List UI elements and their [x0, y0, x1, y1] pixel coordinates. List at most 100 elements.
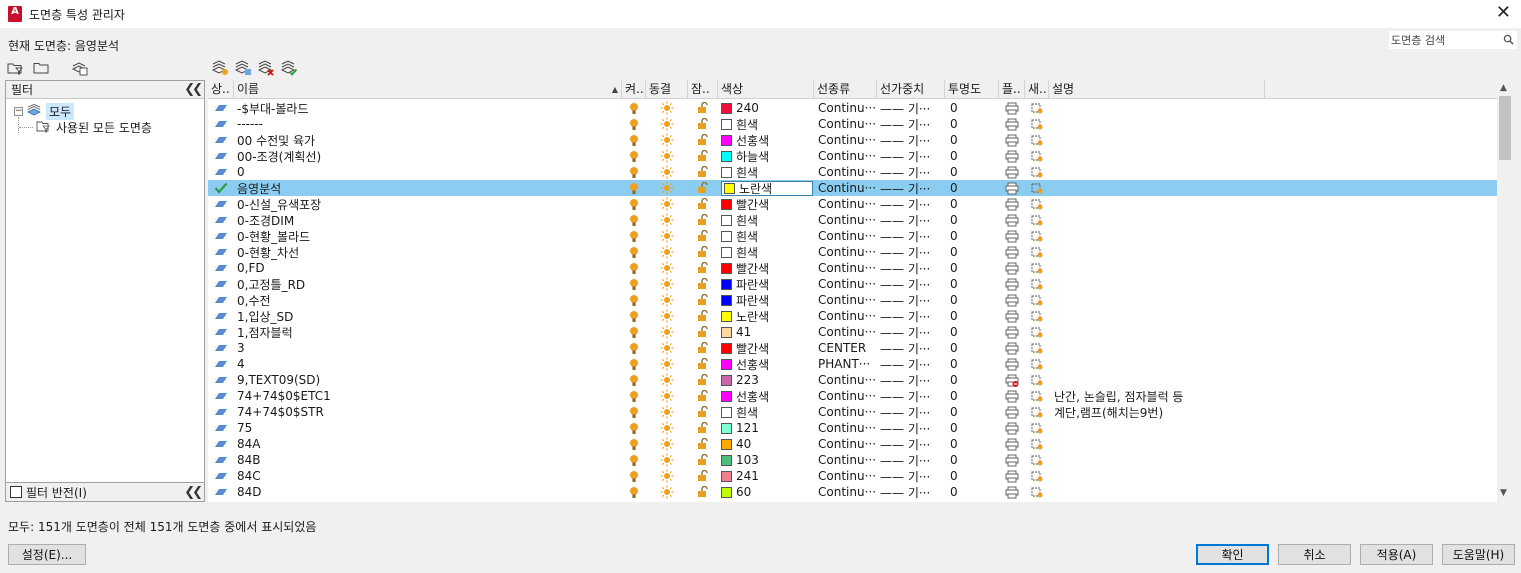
- layer-on-toggle[interactable]: [622, 132, 646, 148]
- layer-linetype[interactable]: Continu···: [814, 180, 877, 196]
- set-current-button[interactable]: [279, 60, 299, 76]
- layer-status[interactable]: [208, 468, 234, 484]
- layer-freeze-toggle[interactable]: [646, 228, 688, 244]
- layer-plot-toggle[interactable]: [999, 276, 1025, 292]
- layer-description[interactable]: [1049, 244, 1265, 260]
- layer-status[interactable]: [208, 196, 234, 212]
- layer-on-toggle[interactable]: [622, 340, 646, 356]
- table-row[interactable]: 75 121 Continu··· —— 기··· 0: [208, 420, 1498, 436]
- column-header-lock[interactable]: 잠..: [688, 80, 718, 99]
- layer-name[interactable]: 75: [234, 420, 622, 436]
- layer-linetype[interactable]: PHANT···: [814, 356, 877, 372]
- layer-on-toggle[interactable]: [622, 276, 646, 292]
- layer-description[interactable]: [1049, 164, 1265, 180]
- layer-status[interactable]: [208, 260, 234, 276]
- layer-description[interactable]: [1049, 484, 1265, 500]
- layer-transparency[interactable]: 0: [945, 436, 999, 452]
- layer-new-vp-freeze-toggle[interactable]: [1025, 308, 1049, 324]
- layer-status[interactable]: [208, 132, 234, 148]
- layer-status[interactable]: [208, 388, 234, 404]
- layer-status[interactable]: [208, 404, 234, 420]
- table-row[interactable]: 4 선홍색 PHANT··· —— 기··· 0: [208, 356, 1498, 372]
- collapse-panel-icon[interactable]: ❮❮: [184, 82, 203, 97]
- layer-freeze-toggle[interactable]: [646, 468, 688, 484]
- table-row[interactable]: 0,FD 빨간색 Continu··· —— 기··· 0: [208, 260, 1498, 276]
- layer-linetype[interactable]: Continu···: [814, 116, 877, 132]
- layer-linetype[interactable]: Continu···: [814, 260, 877, 276]
- layer-status[interactable]: [208, 228, 234, 244]
- layer-freeze-toggle[interactable]: [646, 164, 688, 180]
- layer-linetype[interactable]: Continu···: [814, 404, 877, 420]
- layer-on-toggle[interactable]: [622, 260, 646, 276]
- layer-name[interactable]: 00-조경(계획선): [234, 148, 622, 164]
- layer-linetype[interactable]: Continu···: [814, 212, 877, 228]
- layer-lineweight[interactable]: —— 기···: [877, 404, 945, 420]
- layer-linetype[interactable]: Continu···: [814, 324, 877, 340]
- layer-lineweight[interactable]: —— 기···: [877, 244, 945, 260]
- layer-color[interactable]: 선홍색: [718, 132, 814, 148]
- layer-plot-toggle[interactable]: [999, 420, 1025, 436]
- layer-freeze-toggle[interactable]: [646, 148, 688, 164]
- layer-name[interactable]: 0-조경DIM: [234, 212, 622, 228]
- layer-new-vp-freeze-toggle[interactable]: [1025, 148, 1049, 164]
- layer-freeze-toggle[interactable]: [646, 196, 688, 212]
- layer-new-vp-freeze-toggle[interactable]: [1025, 324, 1049, 340]
- layer-status[interactable]: [208, 276, 234, 292]
- layer-new-vp-freeze-toggle[interactable]: [1025, 116, 1049, 132]
- layer-freeze-toggle[interactable]: [646, 404, 688, 420]
- layer-name[interactable]: 0-신설_유색포장: [234, 196, 622, 212]
- layer-plot-toggle[interactable]: [999, 436, 1025, 452]
- layer-status[interactable]: [208, 484, 234, 500]
- layer-lock-toggle[interactable]: [688, 260, 718, 276]
- table-row[interactable]: 0-현황_볼라드 흰색 Continu··· —— 기··· 0: [208, 228, 1498, 244]
- layer-name[interactable]: 0,고정틀_RD: [234, 276, 622, 292]
- layer-transparency[interactable]: 0: [945, 404, 999, 420]
- layer-name[interactable]: 00 수전및 육가: [234, 132, 622, 148]
- layer-transparency[interactable]: 0: [945, 260, 999, 276]
- layer-lineweight[interactable]: —— 기···: [877, 164, 945, 180]
- layer-transparency[interactable]: 0: [945, 452, 999, 468]
- layer-transparency[interactable]: 0: [945, 388, 999, 404]
- column-header-plot[interactable]: 플..: [999, 80, 1025, 99]
- layer-transparency[interactable]: 0: [945, 180, 999, 196]
- layer-new-vp-freeze-toggle[interactable]: [1025, 196, 1049, 212]
- layer-new-vp-freeze-toggle[interactable]: [1025, 276, 1049, 292]
- layer-plot-toggle[interactable]: [999, 180, 1025, 196]
- layer-transparency[interactable]: 0: [945, 116, 999, 132]
- layer-on-toggle[interactable]: [622, 196, 646, 212]
- layer-new-vp-freeze-toggle[interactable]: [1025, 292, 1049, 308]
- layer-name[interactable]: 4: [234, 356, 622, 372]
- layer-status[interactable]: [208, 212, 234, 228]
- column-header-status[interactable]: 상..: [208, 80, 234, 99]
- layer-status[interactable]: [208, 452, 234, 468]
- layer-lineweight[interactable]: —— 기···: [877, 372, 945, 388]
- layer-on-toggle[interactable]: [622, 100, 646, 116]
- column-header-on[interactable]: 켜..: [622, 80, 646, 99]
- layer-transparency[interactable]: 0: [945, 324, 999, 340]
- layer-new-vp-freeze-toggle[interactable]: [1025, 164, 1049, 180]
- new-property-filter-button[interactable]: [6, 60, 26, 76]
- layer-new-vp-freeze-toggle[interactable]: [1025, 340, 1049, 356]
- layer-color[interactable]: 흰색: [718, 116, 814, 132]
- tree-node-used-layers[interactable]: 사용된 모든 도면층: [6, 119, 204, 135]
- layer-status[interactable]: [208, 372, 234, 388]
- layer-lock-toggle[interactable]: [688, 340, 718, 356]
- layer-linetype[interactable]: Continu···: [814, 228, 877, 244]
- layer-plot-toggle[interactable]: [999, 372, 1025, 388]
- layer-color[interactable]: 빨간색: [718, 196, 814, 212]
- search-icon[interactable]: [1503, 34, 1514, 45]
- layer-lock-toggle[interactable]: [688, 468, 718, 484]
- layer-linetype[interactable]: Continu···: [814, 244, 877, 260]
- layer-status[interactable]: [208, 356, 234, 372]
- layer-lock-toggle[interactable]: [688, 420, 718, 436]
- layer-linetype[interactable]: Continu···: [814, 420, 877, 436]
- cancel-button[interactable]: 취소: [1278, 544, 1351, 565]
- layer-transparency[interactable]: 0: [945, 148, 999, 164]
- layer-on-toggle[interactable]: [622, 292, 646, 308]
- layer-lock-toggle[interactable]: [688, 116, 718, 132]
- layer-new-vp-freeze-toggle[interactable]: [1025, 212, 1049, 228]
- layer-on-toggle[interactable]: [622, 436, 646, 452]
- column-header-name[interactable]: 이름 ▲: [234, 80, 622, 99]
- layer-new-vp-freeze-toggle[interactable]: [1025, 260, 1049, 276]
- layer-description[interactable]: [1049, 100, 1265, 116]
